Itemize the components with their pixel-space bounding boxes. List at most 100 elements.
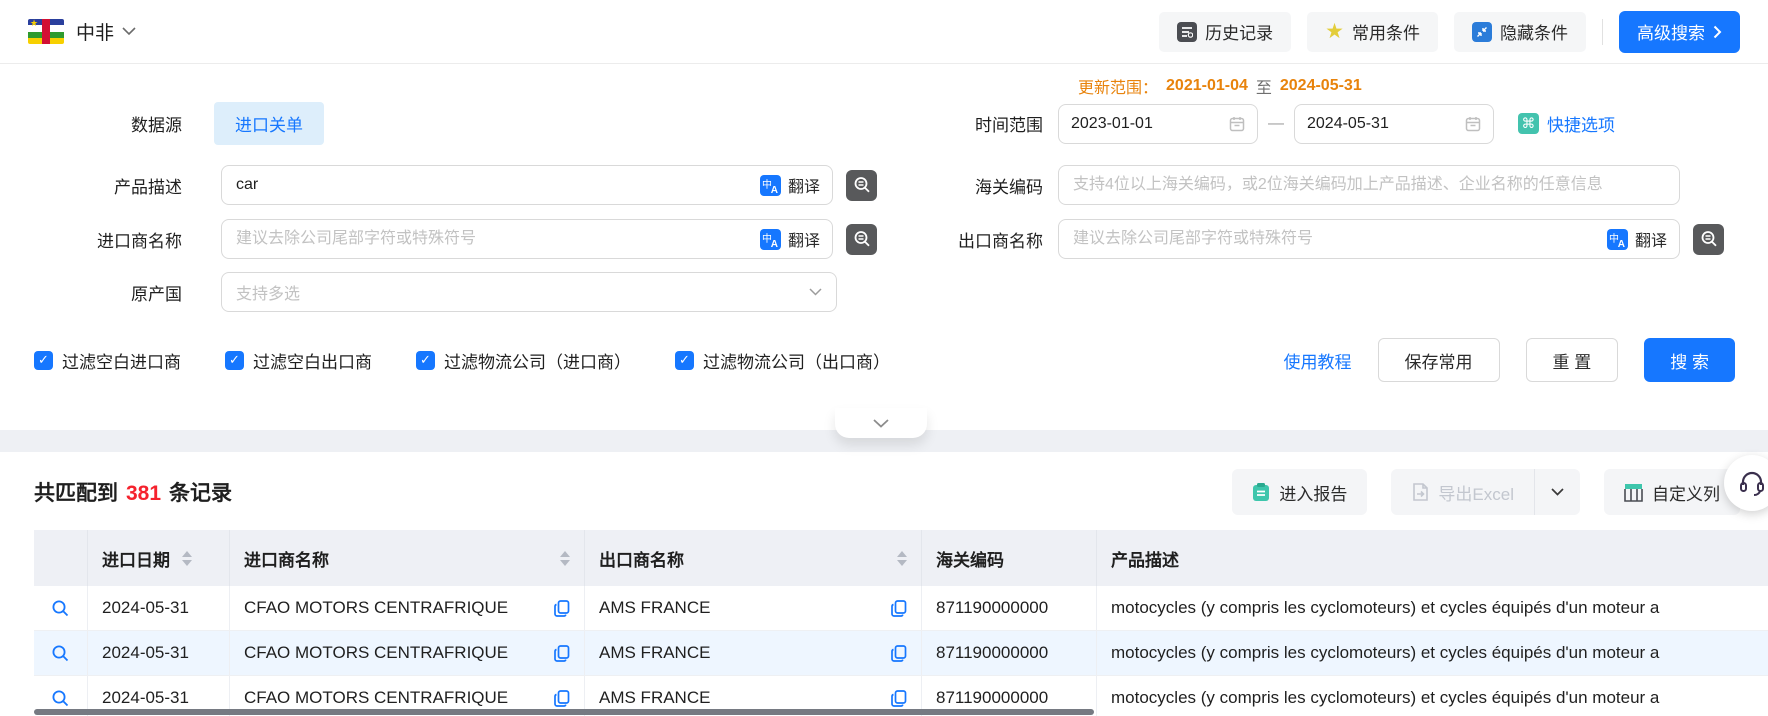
column-header[interactable]: 出口商名称 [585, 530, 922, 586]
origin-country-select[interactable]: 支持多选 [221, 272, 837, 312]
cell-product-desc: motocycles (y compris les cyclomoteurs) … [1097, 676, 1768, 716]
checkbox-checked-icon: ✓ [225, 351, 244, 370]
quick-options-label: 快捷选项 [1547, 111, 1615, 136]
exporter-input[interactable] [1059, 220, 1679, 258]
column-header[interactable]: 进口商名称 [230, 530, 585, 586]
cell-importer-name: CFAO MOTORS CENTRAFRIQUE [244, 598, 508, 618]
page: ★ 中非 历史记录 ★ 常用条件 隐藏条件 [0, 0, 1768, 716]
history-button[interactable]: 历史记录 [1159, 12, 1291, 52]
filter-checkbox[interactable]: ✓ 过滤物流公司（进口商） [416, 348, 631, 373]
column-header-label: 出口商名称 [599, 546, 684, 571]
tab-import-declaration[interactable]: 进口关单 [214, 102, 324, 145]
sort-icons[interactable] [897, 551, 907, 566]
translate-button[interactable]: 中A 翻译 [754, 220, 820, 258]
cell-import-date: 2024-05-31 [88, 631, 230, 675]
results-section: 共匹配到 381 条记录 进入报告 导出Excel [0, 452, 1768, 716]
custom-columns-button[interactable]: 自定义列 [1604, 469, 1740, 515]
cell-exporter-name: AMS FRANCE [599, 688, 710, 708]
sort-icons[interactable] [182, 551, 192, 566]
importer-input[interactable] [222, 220, 832, 258]
horizontal-scrollbar-thumb[interactable] [34, 709, 1094, 715]
filter-checkbox[interactable]: ✓ 过滤空白进口商 [34, 348, 181, 373]
update-range-label: 更新范围： [1078, 74, 1158, 98]
copy-icon[interactable] [891, 600, 907, 617]
filter-checkbox[interactable]: ✓ 过滤空白出口商 [225, 348, 372, 373]
search-button[interactable]: 搜 索 [1644, 338, 1735, 382]
advanced-search-button[interactable]: 高级搜索 [1619, 11, 1740, 53]
checkbox-label: 过滤空白进口商 [62, 348, 181, 373]
export-split-button: 导出Excel [1391, 469, 1580, 515]
summary-suffix: 条记录 [169, 477, 232, 507]
column-header-label: 产品描述 [1111, 546, 1179, 571]
enter-report-label: 进入报告 [1279, 480, 1347, 505]
table-row[interactable]: 2024-05-31 CFAO MOTORS CENTRAFRIQUE AMS … [34, 631, 1768, 676]
cell-importer-name: CFAO MOTORS CENTRAFRIQUE [244, 688, 508, 708]
row-detail-search-icon[interactable] [51, 689, 70, 708]
hs-code-input[interactable] [1059, 166, 1679, 204]
filter-checkbox[interactable]: ✓ 过滤物流公司（出口商） [675, 348, 890, 373]
hide-conditions-button[interactable]: 隐藏条件 [1454, 12, 1586, 52]
copy-icon[interactable] [891, 690, 907, 707]
copy-icon[interactable] [554, 690, 570, 707]
copy-icon[interactable] [891, 645, 907, 662]
table-body: 2024-05-31 CFAO MOTORS CENTRAFRIQUE AMS … [34, 586, 1768, 716]
exporter-label: 出口商名称 [877, 227, 1058, 252]
checkbox-checked-icon: ✓ [34, 351, 53, 370]
column-header-label: 海关编码 [936, 546, 1004, 571]
chevron-down-icon[interactable] [122, 23, 136, 41]
sort-icons[interactable] [560, 551, 570, 566]
cell-importer-name: CFAO MOTORS CENTRAFRIQUE [244, 643, 508, 663]
cell-import-date: 2024-05-31 [88, 586, 230, 630]
cell-hs-code: 871190000000 [922, 631, 1097, 675]
table-row[interactable]: 2024-05-31 CFAO MOTORS CENTRAFRIQUE AMS … [34, 586, 1768, 631]
checkbox-group: ✓ 过滤空白进口商 ✓ 过滤空白出口商 ✓ 过滤物流公司（进口商） ✓ 过滤物流… [34, 348, 934, 373]
column-header: 海关编码 [922, 530, 1097, 586]
translate-button[interactable]: 中A 翻译 [754, 166, 820, 204]
results-summary: 共匹配到 381 条记录 [34, 477, 232, 507]
product-desc-input[interactable] [222, 166, 832, 204]
exact-match-icon[interactable] [846, 224, 877, 255]
cell-hs-code: 871190000000 [922, 586, 1097, 630]
update-range-end: 2024-05-31 [1280, 77, 1362, 95]
column-header[interactable]: 进口日期 [88, 530, 230, 586]
translate-button[interactable]: 中A 翻译 [1601, 220, 1667, 258]
export-excel-label: 导出Excel [1438, 480, 1514, 505]
export-more-button[interactable] [1534, 469, 1580, 515]
results-table: 进口日期 进口商名称出口商名称 海关编码 产品描述 2024-05-31 CFAO M… [34, 530, 1768, 716]
column-header-label: 进口日期 [102, 546, 170, 571]
translate-icon: 中A [1607, 229, 1628, 250]
advanced-search-label: 高级搜索 [1637, 19, 1705, 44]
country-selector[interactable]: 中非 [76, 18, 114, 45]
checkbox-label: 过滤物流公司（出口商） [703, 348, 890, 373]
exact-match-icon[interactable] [846, 170, 877, 201]
collapse-panel-handle[interactable] [835, 408, 927, 438]
copy-icon[interactable] [554, 645, 570, 662]
update-range-start: 2021-01-04 [1166, 77, 1248, 95]
chevron-down-icon [809, 288, 822, 296]
columns-icon [1624, 483, 1643, 502]
row-detail-search-icon[interactable] [51, 599, 70, 618]
exact-match-icon[interactable] [1693, 224, 1724, 255]
copy-icon[interactable] [554, 600, 570, 617]
history-icon [1177, 22, 1197, 42]
translate-label: 翻译 [788, 227, 820, 251]
star-icon: ★ [1325, 22, 1344, 42]
checkbox-checked-icon: ✓ [675, 351, 694, 370]
reset-button[interactable]: 重 置 [1526, 338, 1619, 382]
export-icon [1411, 482, 1429, 502]
export-excel-button[interactable]: 导出Excel [1391, 469, 1534, 515]
time-range-label: 时间范围 [877, 111, 1058, 136]
save-favorite-button[interactable]: 保存常用 [1378, 338, 1500, 382]
row-detail-search-icon[interactable] [51, 644, 70, 663]
column-header [34, 530, 88, 586]
collapse-icon [1472, 22, 1492, 42]
translate-icon: 中A [760, 175, 781, 196]
quick-options-button[interactable]: ⌘ 快捷选项 [1518, 111, 1615, 136]
tutorial-link[interactable]: 使用教程 [1284, 348, 1352, 373]
column-header: 产品描述 [1097, 530, 1768, 586]
date-end-input[interactable]: 2024-05-31 [1294, 104, 1494, 144]
date-start-input[interactable]: 2023-01-01 [1058, 104, 1258, 144]
custom-columns-label: 自定义列 [1652, 480, 1720, 505]
favorites-button[interactable]: ★ 常用条件 [1307, 12, 1438, 52]
enter-report-button[interactable]: 进入报告 [1232, 469, 1367, 515]
